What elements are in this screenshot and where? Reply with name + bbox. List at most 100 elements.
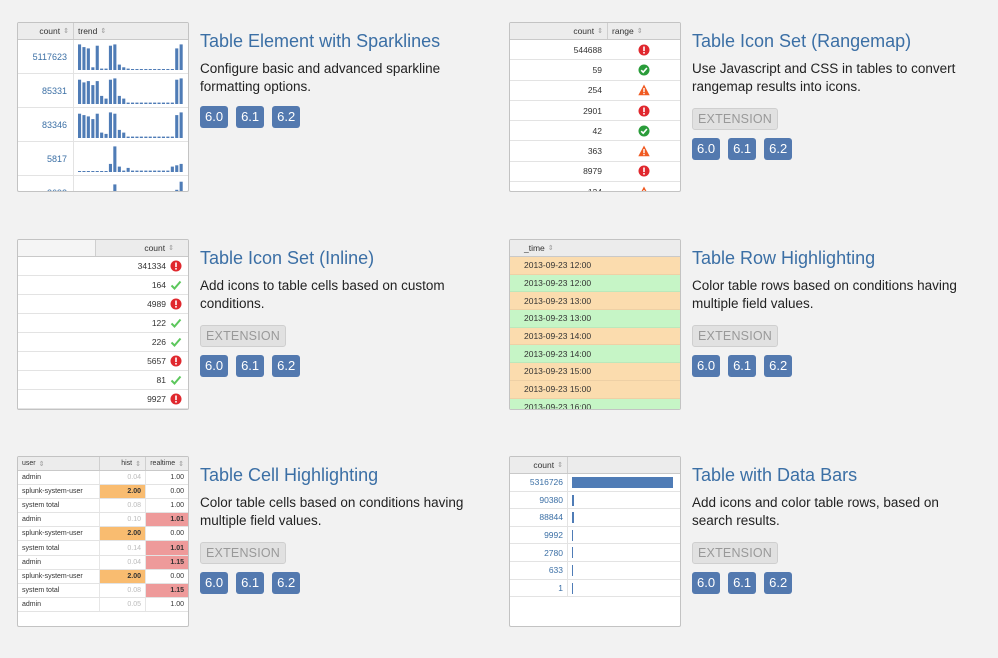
card-title[interactable]: Table Icon Set (Inline) bbox=[200, 247, 500, 269]
version-badges: 6.0 6.1 6.2 bbox=[692, 572, 992, 594]
hist-cell: 0.10 bbox=[100, 513, 146, 527]
realtime-cell: 1.00 bbox=[170, 474, 184, 482]
table-row: 2013-09-23 16:00 bbox=[510, 398, 680, 409]
header-realtime[interactable]: realtime ⇕ bbox=[146, 457, 188, 470]
header-time[interactable]: _time ⇕ bbox=[510, 240, 558, 256]
table-header: count ⇕ trend ⇕ bbox=[18, 23, 188, 40]
version-badge-6-1[interactable]: 6.1 bbox=[236, 572, 265, 594]
sparkline-bar bbox=[148, 170, 152, 172]
version-badge-6-1[interactable]: 6.1 bbox=[728, 572, 757, 594]
version-badge-6-0[interactable]: 6.0 bbox=[692, 355, 721, 377]
sparkline-bar bbox=[91, 119, 95, 138]
table-row: 2692 bbox=[18, 176, 188, 191]
header-count[interactable]: count ⇕ bbox=[510, 23, 608, 39]
sparkline-bar bbox=[113, 113, 117, 138]
sparkline-bar bbox=[166, 170, 170, 172]
card-title[interactable]: Table Cell Highlighting bbox=[200, 464, 500, 486]
sparkline-table-thumbnail[interactable]: count⇕ trend⇕ 5117623853318334658172692 bbox=[17, 22, 189, 192]
sparkline-bar bbox=[170, 102, 174, 104]
version-badge-6-1[interactable]: 6.1 bbox=[728, 355, 757, 377]
sparkline-bar bbox=[113, 184, 117, 191]
header-hist[interactable]: hist ⇕ bbox=[100, 457, 146, 470]
hist-cell: 2.00 bbox=[100, 485, 146, 499]
version-badge-6-2[interactable]: 6.2 bbox=[272, 106, 301, 128]
sparkline-bar bbox=[108, 163, 112, 172]
data-bar bbox=[572, 547, 573, 559]
icon-cell bbox=[170, 317, 188, 329]
version-badge-6-2[interactable]: 6.2 bbox=[272, 572, 301, 594]
sparkline-bar bbox=[161, 170, 165, 172]
sparkline-bar bbox=[82, 47, 86, 70]
data-bar-table-thumbnail[interactable]: count ⇕ 5316726 90380 88844 9992 2780 633 1 bbox=[509, 456, 681, 627]
version-badge-6-2[interactable]: 6.2 bbox=[764, 355, 793, 377]
version-badge-6-1[interactable]: 6.1 bbox=[236, 355, 265, 377]
data-bar bbox=[572, 564, 573, 576]
header-bar bbox=[568, 457, 576, 473]
rangemap-table-thumbnail[interactable]: count ⇕ range ⇕ 544688 59 254 2901 42 363 8979 12… bbox=[509, 22, 681, 192]
sparkline-bar bbox=[78, 171, 82, 172]
header-range[interactable]: range ⇕ bbox=[608, 23, 647, 39]
row-highlight-table-thumbnail[interactable]: _time ⇕ 2013-09-23 12:00 2013-09-23 12:00 2… bbox=[509, 239, 681, 410]
sparkline-bar bbox=[113, 44, 117, 70]
sparkline-bar bbox=[131, 102, 135, 104]
sparkline-bar bbox=[78, 79, 82, 104]
sparkline-bar bbox=[122, 67, 126, 70]
version-badge-6-0[interactable]: 6.0 bbox=[200, 106, 229, 128]
version-badge-6-2[interactable]: 6.2 bbox=[764, 138, 793, 160]
card-title[interactable]: Table Icon Set (Rangemap) bbox=[692, 30, 992, 52]
sparkline-bar bbox=[113, 78, 117, 104]
table-row: 2013-09-23 14:00 bbox=[510, 345, 680, 364]
header-count[interactable]: count ⇕ bbox=[96, 240, 188, 256]
table-row: 42 bbox=[510, 121, 680, 142]
sparkline-bar bbox=[117, 95, 121, 104]
version-badge-6-2[interactable]: 6.2 bbox=[272, 355, 301, 377]
cell-highlight-table-thumbnail[interactable]: user ⇕ hist ⇕ realtime ⇕ admin 0.04 1.00 splun… bbox=[17, 456, 189, 627]
user-cell: system total bbox=[18, 583, 100, 597]
card-description: Color table cells based on conditions ha… bbox=[200, 495, 464, 528]
header-count[interactable]: count ⇕ bbox=[510, 457, 568, 473]
table-row: system total 0.08 1.00 bbox=[18, 499, 188, 514]
version-badge-6-2[interactable]: 6.2 bbox=[764, 572, 793, 594]
bar-cell bbox=[568, 580, 680, 597]
error-icon bbox=[170, 260, 182, 272]
header-blank bbox=[18, 240, 96, 256]
icon-cell bbox=[170, 336, 188, 348]
card-title[interactable]: Table Row Highlighting bbox=[692, 247, 992, 269]
user-cell: admin bbox=[18, 513, 100, 527]
version-badge-6-0[interactable]: 6.0 bbox=[692, 572, 721, 594]
sparkline-bar bbox=[126, 68, 130, 70]
sparkline-bar bbox=[91, 67, 95, 70]
table-header: count ⇕ bbox=[18, 240, 188, 257]
header-user[interactable]: user ⇕ bbox=[18, 457, 100, 470]
sparkline-bar bbox=[108, 45, 112, 70]
card-title[interactable]: Table Element with Sparklines bbox=[200, 30, 500, 52]
version-badge-6-1[interactable]: 6.1 bbox=[236, 106, 265, 128]
table-row: 124 bbox=[510, 182, 680, 191]
bar-cell bbox=[568, 492, 680, 509]
version-badge-6-1[interactable]: 6.1 bbox=[728, 138, 757, 160]
inline-icon-table-thumbnail[interactable]: count ⇕ 341334 164 4989 122 226 5657 81 9927 bbox=[17, 239, 189, 410]
card-description: Configure basic and advanced sparkline f… bbox=[200, 61, 441, 94]
count-cell: 164 bbox=[151, 280, 166, 290]
extension-badge: EXTENSION bbox=[200, 542, 287, 564]
header-count[interactable]: count ⇕ bbox=[18, 23, 74, 39]
header-trend[interactable]: trend ⇕ bbox=[74, 23, 110, 39]
sparkline-bar bbox=[139, 102, 143, 104]
hist-cell: 0.04 bbox=[100, 555, 146, 569]
ok-check-circle-icon bbox=[638, 64, 650, 76]
version-badge-6-0[interactable]: 6.0 bbox=[692, 138, 721, 160]
card-title[interactable]: Table with Data Bars bbox=[692, 464, 992, 486]
icon-cell bbox=[170, 393, 188, 405]
sparkline-bar bbox=[108, 112, 112, 138]
error-icon bbox=[170, 355, 182, 367]
extension-badge: EXTENSION bbox=[692, 108, 779, 130]
warning-triangle-icon bbox=[638, 186, 650, 191]
version-badge-6-0[interactable]: 6.0 bbox=[200, 355, 229, 377]
version-badge-6-0[interactable]: 6.0 bbox=[200, 572, 229, 594]
table-row: system total 0.08 1.15 bbox=[18, 583, 188, 598]
sparkline-bar bbox=[179, 163, 183, 172]
table-row: admin 0.04 1.00 bbox=[18, 471, 188, 486]
card-description: Use Javascript and CSS in tables to conv… bbox=[692, 61, 956, 94]
table-row: 2013-09-23 13:00 bbox=[510, 292, 680, 311]
sparkline-bar bbox=[117, 64, 121, 70]
